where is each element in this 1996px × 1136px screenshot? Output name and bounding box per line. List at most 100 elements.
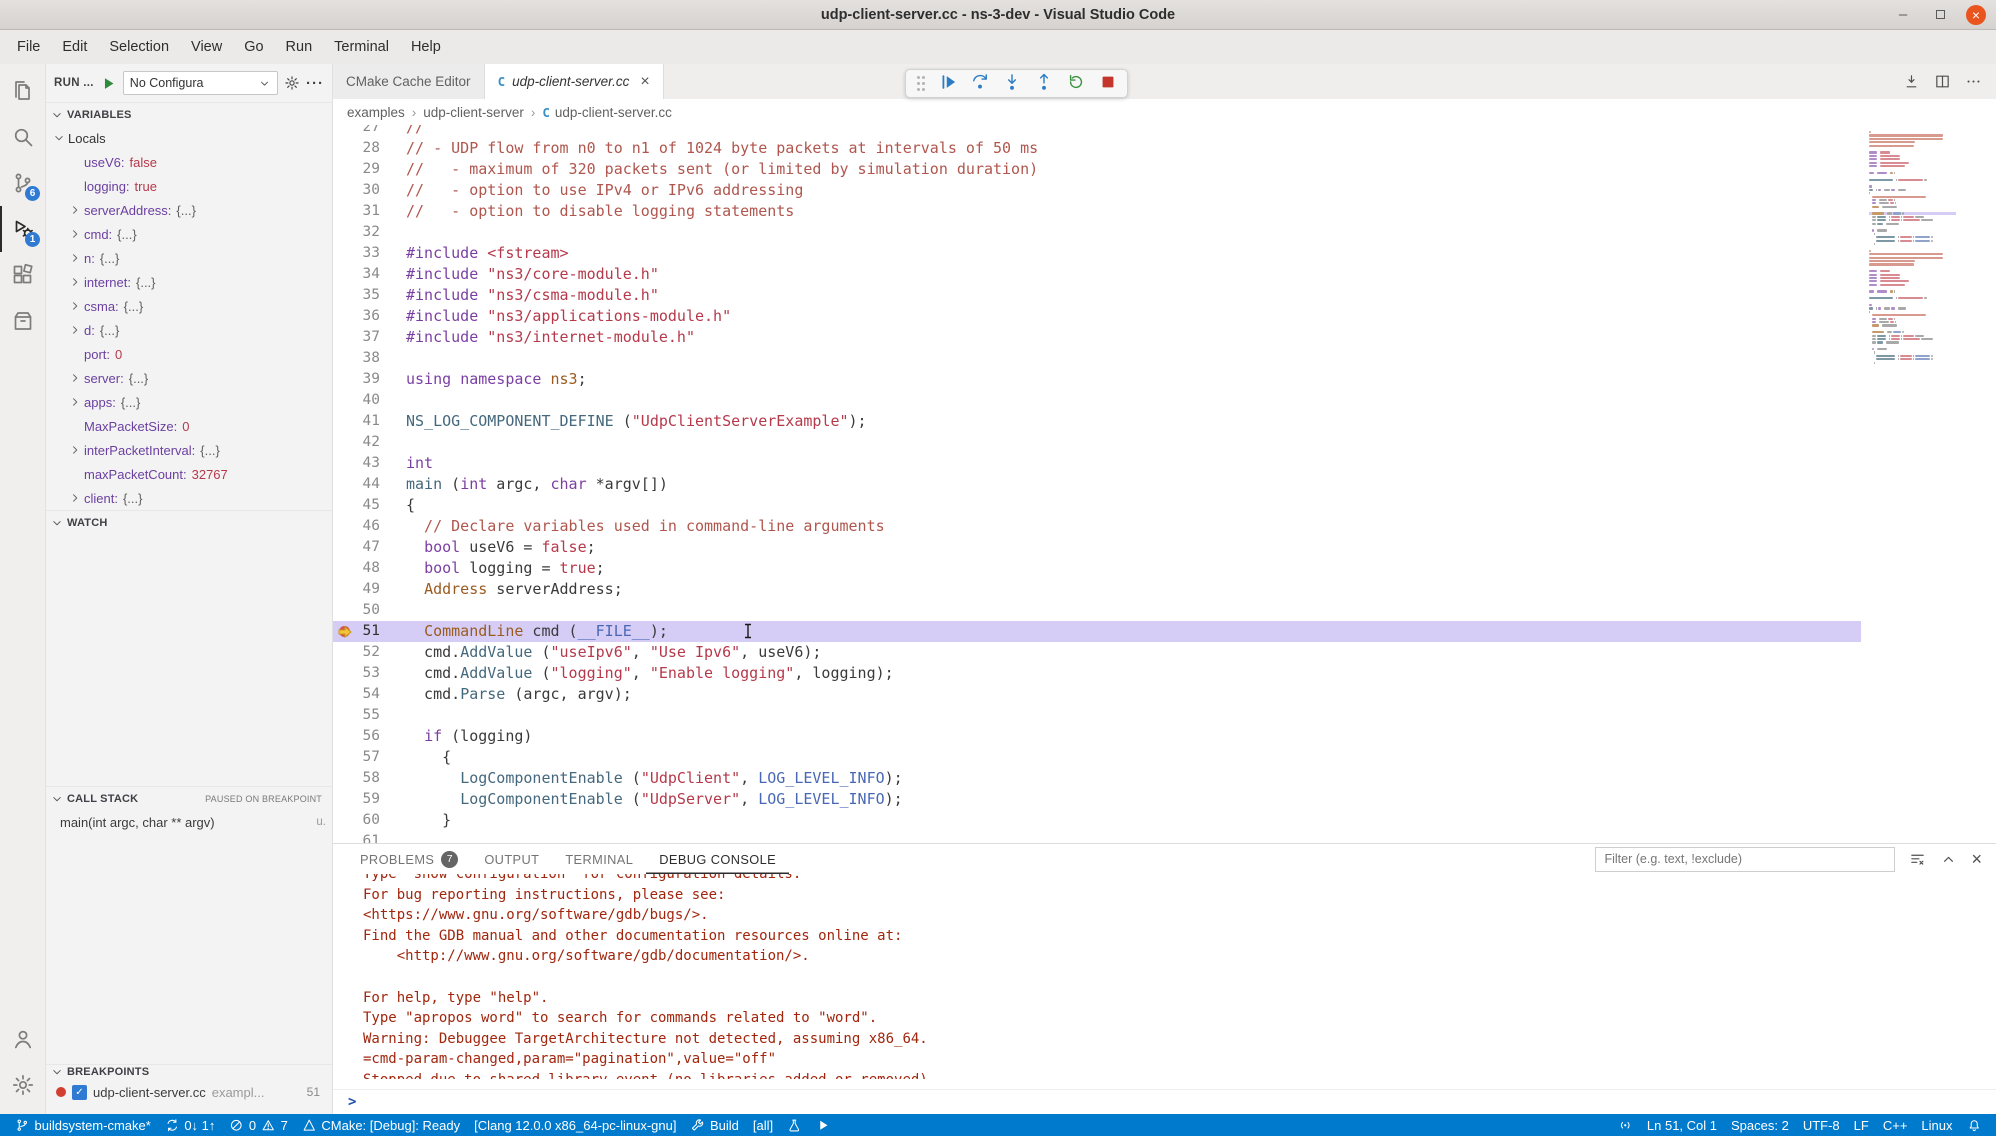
activity-manage[interactable] [0, 1062, 45, 1108]
code-text[interactable] [406, 432, 1861, 453]
status-cmake-target[interactable]: [all] [746, 1114, 780, 1136]
status-git-branch[interactable]: buildsystem-cmake* [8, 1114, 158, 1136]
code-text[interactable]: bool useV6 = false; [406, 537, 1861, 558]
continue-button[interactable] [938, 72, 958, 95]
code-line-49[interactable]: 49 Address serverAddress; [333, 579, 1861, 600]
status-language-mode[interactable]: C++ [1876, 1114, 1915, 1136]
debug-console-input[interactable]: > [333, 1089, 1996, 1114]
code-text[interactable]: NS_LOG_COMPONENT_DEFINE ("UdpClientServe… [406, 411, 1861, 432]
stop-button[interactable] [1098, 72, 1118, 95]
status-notifications[interactable] [1960, 1114, 1989, 1136]
status-broadcast[interactable] [1611, 1114, 1640, 1136]
code-line-35[interactable]: 35#include "ns3/csma-module.h" [333, 285, 1861, 306]
code-text[interactable] [406, 831, 1861, 843]
code-text[interactable]: #include <fstream> [406, 243, 1861, 264]
more-actions-icon[interactable]: ··· [306, 75, 324, 92]
code-line-60[interactable]: 60 } [333, 810, 1861, 831]
code-line-40[interactable]: 40 [333, 390, 1861, 411]
gutter-60[interactable]: 60 [333, 810, 406, 831]
variables-section-header[interactable]: VARIABLES [46, 102, 332, 126]
code-text[interactable]: int [406, 453, 1861, 474]
status-launch[interactable] [809, 1114, 838, 1136]
code-line-41[interactable]: 41NS_LOG_COMPONENT_DEFINE ("UdpClientSer… [333, 411, 1861, 432]
minimap[interactable] [1861, 125, 1996, 843]
variable-server[interactable]: server:{...} [46, 366, 332, 390]
code-line-53[interactable]: 53 cmd.AddValue ("logging", "Enable logg… [333, 663, 1861, 684]
code-text[interactable]: LogComponentEnable ("UdpServer", LOG_LEV… [406, 789, 1861, 810]
tab-udp-client-server-cc[interactable]: Cudp-client-server.cc× [485, 64, 664, 99]
gutter-52[interactable]: 52 [333, 642, 406, 663]
close-button[interactable]: × [1966, 5, 1986, 25]
code-line-38[interactable]: 38 [333, 348, 1861, 369]
code-text[interactable] [406, 600, 1861, 621]
gutter-32[interactable]: 32 [333, 222, 406, 243]
status-cmake-status[interactable]: CMake: [Debug]: Ready [295, 1114, 467, 1136]
code-text[interactable]: #include "ns3/core-module.h" [406, 264, 1861, 285]
code-text[interactable]: { [406, 747, 1861, 768]
breadcrumb-item[interactable]: examples [347, 105, 405, 120]
code-line-28[interactable]: 28// - UDP flow from n0 to n1 of 1024 by… [333, 138, 1861, 159]
menu-selection[interactable]: Selection [98, 34, 180, 60]
breadcrumb-item[interactable]: Cudp-client-server.cc [542, 105, 672, 120]
code-text[interactable]: main (int argc, char *argv[]) [406, 474, 1861, 495]
code-line-32[interactable]: 32 [333, 222, 1861, 243]
menu-run[interactable]: Run [275, 34, 324, 60]
gutter-30[interactable]: 30 [333, 180, 406, 201]
gutter-44[interactable]: 44 [333, 474, 406, 495]
code-line-47[interactable]: 47 bool useV6 = false; [333, 537, 1861, 558]
code-text[interactable] [406, 705, 1861, 726]
step-out-button[interactable] [1034, 72, 1054, 95]
gutter-39[interactable]: 39 [333, 369, 406, 390]
variable-csma[interactable]: csma:{...} [46, 294, 332, 318]
debug-configuration-dropdown[interactable]: No Configura [123, 71, 278, 95]
menu-view[interactable]: View [180, 34, 233, 60]
code-text[interactable]: using namespace ns3; [406, 369, 1861, 390]
code-line-59[interactable]: 59 LogComponentEnable ("UdpServer", LOG_… [333, 789, 1861, 810]
gutter-54[interactable]: 54 [333, 684, 406, 705]
gutter-58[interactable]: 58 [333, 768, 406, 789]
code-line-44[interactable]: 44main (int argc, char *argv[]) [333, 474, 1861, 495]
panel-tab-debug-console[interactable]: DEBUG CONSOLE [646, 844, 789, 874]
activity-search[interactable] [0, 114, 45, 160]
tab-cmake-cache-editor[interactable]: CMake Cache Editor [333, 64, 485, 99]
code-line-52[interactable]: 52 cmd.AddValue ("useIpv6", "Use Ipv6", … [333, 642, 1861, 663]
code-text[interactable] [406, 348, 1861, 369]
panel-tab-problems[interactable]: PROBLEMS7 [347, 844, 471, 874]
code-line-43[interactable]: 43int [333, 453, 1861, 474]
code-text[interactable]: // - option to disable logging statement… [406, 201, 1861, 222]
gutter-38[interactable]: 38 [333, 348, 406, 369]
status-indentation[interactable]: Spaces: 2 [1724, 1114, 1796, 1136]
gutter-57[interactable]: 57 [333, 747, 406, 768]
drag-handle-icon[interactable] [917, 82, 920, 85]
code-text[interactable]: if (logging) [406, 726, 1861, 747]
code-text[interactable]: bool logging = true; [406, 558, 1861, 579]
status-cpptools-config[interactable]: Linux [1914, 1114, 1959, 1136]
code-line-29[interactable]: 29// - maximum of 320 packets sent (or l… [333, 159, 1861, 180]
variable-cmd[interactable]: cmd:{...} [46, 222, 332, 246]
code-line-37[interactable]: 37#include "ns3/internet-module.h" [333, 327, 1861, 348]
code-line-36[interactable]: 36#include "ns3/applications-module.h" [333, 306, 1861, 327]
console-filter-input[interactable] [1595, 847, 1895, 872]
gutter-53[interactable]: 53 [333, 663, 406, 684]
code-text[interactable] [406, 222, 1861, 243]
gutter-59[interactable]: 59 [333, 789, 406, 810]
gutter-27[interactable]: 27 [333, 125, 406, 138]
activity-explorer[interactable] [0, 68, 45, 114]
variable-d[interactable]: d:{...} [46, 318, 332, 342]
status-encoding[interactable]: UTF-8 [1796, 1114, 1847, 1136]
code-text[interactable]: #include "ns3/internet-module.h" [406, 327, 1861, 348]
status-eol[interactable]: LF [1847, 1114, 1876, 1136]
close-panel-icon[interactable]: × [1971, 850, 1982, 868]
gutter-48[interactable]: 48 [333, 558, 406, 579]
status-cmake-build[interactable]: Build [683, 1114, 745, 1136]
code-text[interactable]: { [406, 495, 1861, 516]
menu-file[interactable]: File [6, 34, 51, 60]
gutter-41[interactable]: 41 [333, 411, 406, 432]
activity-account[interactable] [0, 1016, 45, 1062]
code-line-27[interactable]: 27// [333, 125, 1861, 138]
code-line-58[interactable]: 58 LogComponentEnable ("UdpClient", LOG_… [333, 768, 1861, 789]
variable-MaxPacketSize[interactable]: MaxPacketSize:0 [46, 414, 332, 438]
gutter-35[interactable]: 35 [333, 285, 406, 306]
gutter-56[interactable]: 56 [333, 726, 406, 747]
code-line-54[interactable]: 54 cmd.Parse (argc, argv); [333, 684, 1861, 705]
